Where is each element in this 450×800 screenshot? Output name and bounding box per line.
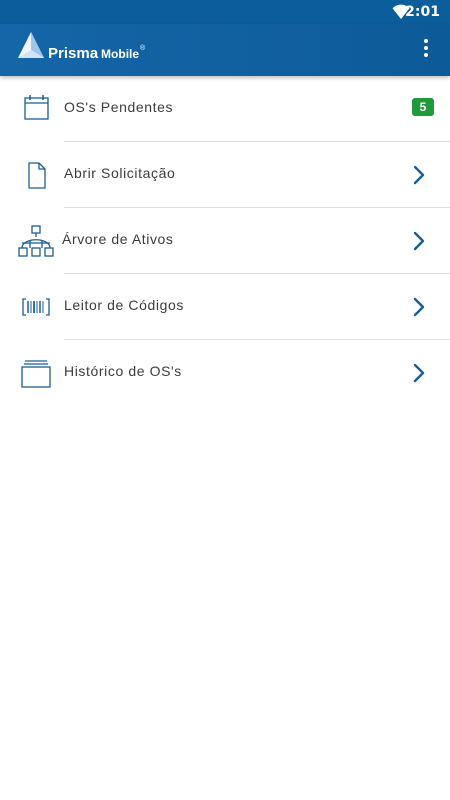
menu-item-order-history[interactable]: Histórico de OS's — [0, 340, 450, 406]
menu-item-label: Leitor de Códigos — [64, 297, 184, 313]
menu-dot — [424, 53, 428, 57]
status-time: 2:01 — [405, 4, 440, 20]
chevron-right-icon — [413, 363, 425, 383]
brand-name: Prisma Mobile® — [48, 45, 145, 63]
menu-item-label: OS's Pendentes — [64, 99, 174, 115]
brand-main-text: Prisma — [48, 45, 99, 62]
more-vert-icon[interactable] — [414, 34, 438, 66]
menu-dot — [424, 39, 428, 43]
main-menu-list: OS's Pendentes 5 Abrir Solicitação Árvor… — [0, 76, 450, 406]
app-bar: Prisma Mobile® — [0, 24, 450, 76]
pending-count-badge: 5 — [412, 98, 434, 116]
menu-item-code-reader[interactable]: Leitor de Códigos — [0, 274, 450, 340]
prisma-logo-icon — [18, 32, 44, 58]
menu-item-label: Histórico de OS's — [64, 363, 182, 379]
app-logo: Prisma Mobile® — [18, 30, 153, 70]
menu-item-label: Árvore de Ativos — [62, 231, 174, 247]
brand-sub-text: Mobile — [101, 47, 140, 61]
status-bar: 2:01 — [0, 0, 450, 24]
chevron-right-icon — [413, 297, 425, 317]
chevron-right-icon — [413, 231, 425, 251]
calendar-icon — [24, 95, 49, 120]
registered-mark: ® — [140, 45, 146, 52]
menu-item-asset-tree[interactable]: Árvore de Ativos — [0, 208, 450, 274]
document-icon — [28, 162, 46, 189]
menu-item-pending-orders[interactable]: OS's Pendentes 5 — [0, 76, 450, 142]
chevron-right-icon — [413, 165, 425, 185]
asset-tree-icon — [18, 225, 54, 257]
menu-item-open-request[interactable]: Abrir Solicitação — [0, 142, 450, 208]
menu-item-label: Abrir Solicitação — [64, 165, 176, 181]
history-folder-icon — [21, 360, 51, 388]
menu-dot — [424, 46, 428, 50]
barcode-scanner-icon — [22, 298, 50, 316]
